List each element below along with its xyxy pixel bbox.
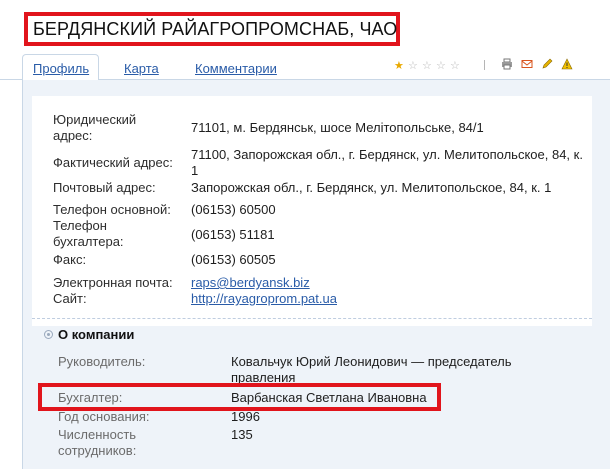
email-link[interactable]: raps@berdyansk.biz bbox=[191, 275, 310, 291]
star-icon[interactable]: ★ bbox=[394, 59, 404, 72]
email-label: Электронная почта: bbox=[53, 275, 173, 290]
website-label: Сайт: bbox=[53, 291, 87, 306]
company-title: БЕРДЯНСКИЙ РАЙАГРОПРОМСНАБ, ЧАО bbox=[33, 19, 398, 39]
website-link[interactable]: http://rayagroprom.pat.ua bbox=[191, 291, 337, 307]
printer-icon[interactable] bbox=[501, 58, 513, 73]
founded-value: 1996 bbox=[231, 409, 260, 424]
postal-address-label: Почтовый адрес: bbox=[53, 180, 156, 195]
accountant-highlight-box bbox=[38, 383, 441, 411]
expand-section-icon[interactable] bbox=[44, 330, 53, 339]
star-icon[interactable]: ☆ bbox=[450, 59, 460, 72]
fax-value: (06153) 60505 bbox=[191, 252, 276, 267]
founded-label: Год основания: bbox=[58, 409, 150, 424]
main-phone-label: Телефон основной: bbox=[53, 202, 171, 217]
pencil-icon[interactable] bbox=[541, 58, 553, 73]
star-icon[interactable]: ☆ bbox=[422, 59, 432, 72]
star-icon[interactable]: ☆ bbox=[408, 59, 418, 72]
star-icon[interactable]: ☆ bbox=[436, 59, 446, 72]
director-label: Руководитель: bbox=[58, 354, 146, 369]
legal-address-label: Юридический адрес: bbox=[53, 112, 137, 143]
fax-label: Факс: bbox=[53, 252, 87, 267]
legal-address-value: 71101, м. Бердянськ, шосе Мелітопольське… bbox=[191, 120, 484, 135]
mail-icon[interactable] bbox=[521, 58, 533, 73]
toolbar-separator bbox=[484, 60, 485, 70]
main-phone-value: (06153) 60500 bbox=[191, 202, 276, 217]
tab-profile[interactable]: Профиль bbox=[33, 61, 89, 76]
employees-label: Численность сотрудников: bbox=[58, 427, 137, 458]
postal-address-value: Запорожская обл., г. Бердянск, ул. Мелит… bbox=[191, 180, 552, 195]
accountant-phone-label: Телефон бухгалтера: bbox=[53, 218, 124, 249]
employees-value: 135 bbox=[231, 427, 253, 442]
warning-icon[interactable] bbox=[561, 58, 573, 73]
director-value: Ковальчук Юрий Леонидович — председатель… bbox=[231, 354, 512, 385]
tab-comments[interactable]: Комментарии bbox=[195, 61, 277, 76]
section-divider bbox=[32, 318, 592, 319]
tab-map[interactable]: Карта bbox=[124, 61, 159, 76]
accountant-phone-value: (06153) 51181 bbox=[191, 227, 275, 242]
about-section-title[interactable]: О компании bbox=[58, 327, 134, 342]
actual-address-label: Фактический адрес: bbox=[53, 155, 173, 170]
actual-address-value: 71100, Запорожская обл., г. Бердянск, ул… bbox=[191, 147, 583, 178]
